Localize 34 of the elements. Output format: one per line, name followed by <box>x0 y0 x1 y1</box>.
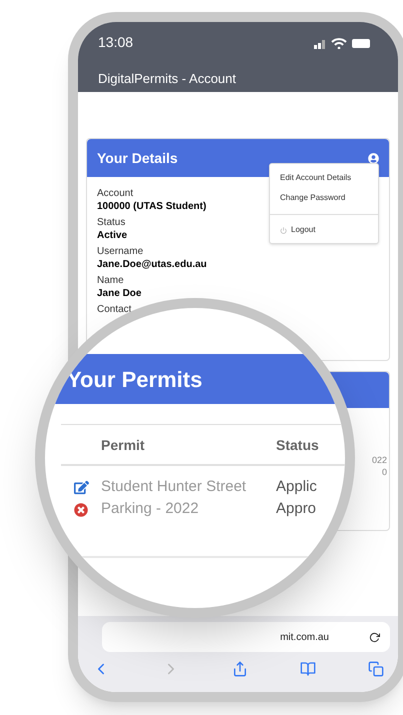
field-value: Jane.Doe@utas.edu.au <box>97 258 207 271</box>
user-icon[interactable] <box>368 152 379 164</box>
field-label: Username <box>97 245 144 258</box>
field-value: Active <box>97 229 128 242</box>
field-value: Jane Doe <box>97 287 142 300</box>
share-icon[interactable] <box>232 661 248 677</box>
book-icon[interactable] <box>300 661 316 677</box>
edit-icon[interactable] <box>74 480 88 495</box>
card-title: Your Permits <box>67 366 202 394</box>
table-cell-text: Student Hunter Street Parking - 2022 <box>101 477 248 519</box>
page-title: DigitalPermits - Account <box>98 70 237 88</box>
column-header: Status <box>276 436 319 455</box>
status-time: 13:08 <box>98 33 134 52</box>
field-label: Contact <box>97 303 132 316</box>
url-text: mit.com.au <box>280 630 329 644</box>
power-icon <box>280 226 287 234</box>
field-value: 100000 (UTAS Student) <box>97 200 206 213</box>
table-cell-text: Applic <box>276 477 317 497</box>
tabs-icon[interactable] <box>368 661 384 677</box>
field-label: Status <box>97 216 126 229</box>
menu-item[interactable]: Logout <box>270 221 378 239</box>
table-text: 0 <box>382 466 387 478</box>
url-field[interactable]: mit.com.au <box>102 622 390 652</box>
menu-item[interactable]: Edit Account Details <box>270 168 378 188</box>
delete-icon[interactable] <box>74 503 88 517</box>
field-label: Name <box>97 274 124 287</box>
field-label: Account <box>97 187 134 200</box>
card-title: Your Details <box>97 148 178 168</box>
reload-icon[interactable] <box>369 632 380 642</box>
table-cell-text: Appro <box>276 499 317 519</box>
table-text: 022 <box>372 454 387 466</box>
status-icons <box>314 36 370 48</box>
column-header: Permit <box>101 436 146 455</box>
menu-item[interactable]: Change Password <box>270 188 378 208</box>
